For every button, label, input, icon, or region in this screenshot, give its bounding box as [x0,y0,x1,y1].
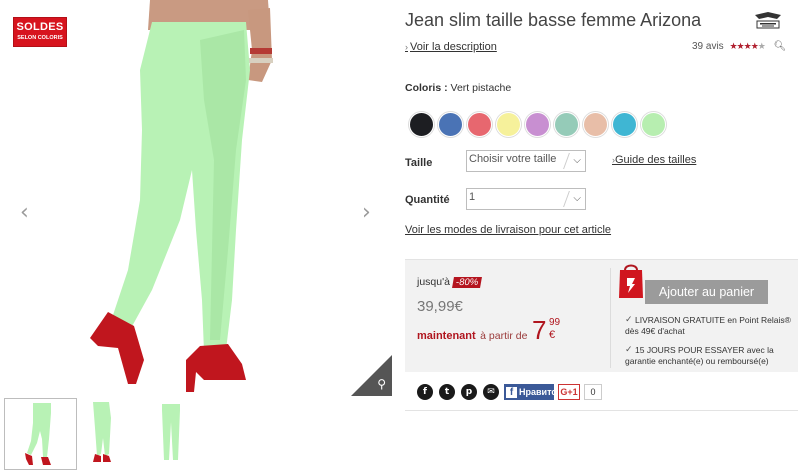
facebook-logo-icon: f [506,387,517,398]
color-swatch[interactable] [612,112,637,137]
size-label: Taille [405,157,433,169]
share-bar: f t p ✉ fНравится G+1 0 [405,373,798,411]
quantity-label: Quantité [405,194,450,206]
chevron-left-icon[interactable]: ‹ [20,200,29,225]
perk-line: LIVRAISON GRATUITE en Point Relais® [635,315,791,325]
zoom-icon: ⚲ [377,377,386,391]
sale-badge: SOLDES SELON COLORIS [13,17,67,47]
add-to-cart-button[interactable]: Ajouter au panier [645,280,768,304]
size-select[interactable]: Choisir votre taille ⌵ [466,150,586,172]
color-swatch[interactable] [525,112,550,137]
color-swatch[interactable] [438,112,463,137]
chevron-right-icon[interactable]: › [362,200,371,225]
thumbnail-3[interactable] [158,398,231,470]
current-price-label: maintenant à partir de [417,326,527,344]
from-label: à partir de [480,330,528,342]
discount-line: jusqu'à -80% [417,276,483,288]
twitter-icon[interactable]: t [439,384,455,400]
color-swatch[interactable] [641,112,666,137]
product-gallery: SOLDES SELON COLORIS ‹ › ⚲ [0,0,395,472]
description-link[interactable]: › Voir la description [405,41,497,53]
price-box: jusqu'à -80% 39,99€ maintenant à partir d… [405,259,798,372]
reviews-summary[interactable]: 39 avis ★★★★★ 🔍︎ [692,41,786,52]
reviews-count: 39 avis [692,41,724,52]
trial-perk: ✓ 15 JOURS POUR ESSAYER avec la garantie… [625,345,800,367]
star-icon: ★ [743,41,752,51]
pinterest-icon[interactable]: p [461,384,477,400]
zoom-button[interactable]: ⚲ [351,355,392,396]
upto-label: jusqu'à [417,276,450,288]
google-plus-count: 0 [584,384,602,400]
model-photo [90,0,273,392]
now-label: maintenant [417,330,476,342]
facebook-icon[interactable]: f [417,384,433,400]
perk-line: dès 49€ d'achat [625,326,685,336]
sale-badge-subtitle: SELON COLORIS [17,35,63,41]
product-title: Jean slim taille basse femme Arizona [405,10,702,30]
search-icon[interactable]: 🔍︎ [774,41,787,52]
color-swatch[interactable] [554,112,579,137]
discount-badge: -80% [451,277,483,288]
rating-stars: ★★★★★ [729,41,766,51]
thumbnail-image [162,404,180,460]
color-swatch[interactable] [583,112,608,137]
size-guide-label: Guide des tailles [615,154,697,166]
color-swatch[interactable] [409,112,434,137]
color-swatches [409,112,679,138]
price-divider [610,268,611,368]
description-link-label: Voir la description [410,41,497,53]
star-icon: ★ [750,41,759,51]
perk-line: garantie enchanté(e) ou remboursé(e) [625,356,769,366]
thumbnail-strip [4,398,394,472]
thumbnail-1[interactable] [4,398,77,470]
price-cents: 99 [549,317,561,328]
chevron-down-icon: ⌵ [573,193,581,204]
check-icon: ✓ [625,345,633,355]
selected-color: Vert pistache [450,82,512,94]
chevron-down-icon: ⌵ [573,155,581,166]
product-info: Jean slim taille basse femme Arizona › Vo… [405,0,800,472]
color-swatch[interactable] [496,112,521,137]
star-icon: ★ [736,41,745,51]
brand-logo [755,12,781,29]
color-label: Coloris : [405,82,448,94]
color-swatch[interactable] [467,112,492,137]
google-plus-button[interactable]: G+1 [558,384,580,400]
star-icon: ★ [757,41,766,51]
old-price: 39,99€ [417,298,463,315]
facebook-like-button[interactable]: fНравится [504,384,554,400]
color-label-row: Coloris : Vert pistache [405,82,511,94]
email-icon[interactable]: ✉ [483,384,499,400]
thumbnail-image [93,402,111,462]
price-currency: € [549,329,556,341]
perk-line: 15 JOURS POUR ESSAYER avec la [635,345,774,355]
quantity-value: 1 [469,191,476,203]
price-integer: 7 [532,315,547,345]
facebook-like-label: Нравится [519,387,554,397]
star-icon: ★ [729,41,737,51]
size-guide-link[interactable]: ›Guide des tailles [612,154,696,166]
free-delivery-perk: ✓ LIVRAISON GRATUITE en Point Relais® dè… [625,315,800,337]
chevron-right-icon: › [405,42,408,52]
main-product-image[interactable]: SOLDES SELON COLORIS ‹ › ⚲ [0,0,392,396]
shopping-bag-icon [619,264,643,298]
thumbnail-2[interactable] [81,398,154,470]
check-icon: ✓ [625,315,633,325]
thumbnail-image [25,403,51,465]
size-select-value: Choisir votre taille [469,153,557,165]
delivery-modes-link[interactable]: Voir les modes de livraison pour cet art… [405,224,611,236]
quantity-select[interactable]: 1 ⌵ [466,188,586,210]
sale-badge-title: SOLDES [16,21,64,33]
